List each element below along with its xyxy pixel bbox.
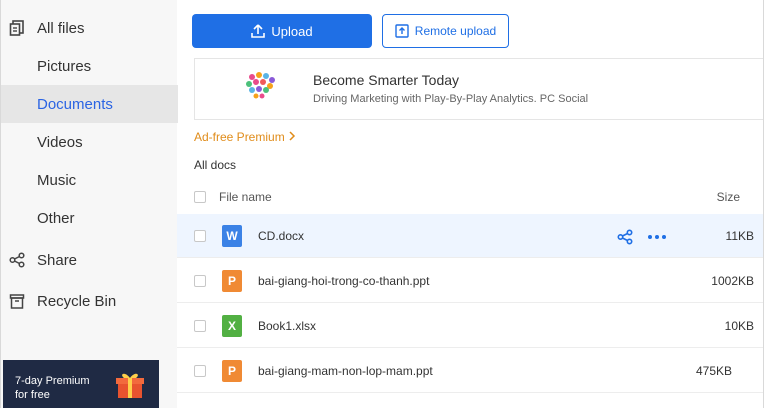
premium-promo-banner[interactable]: 7-day Premium for free	[3, 360, 159, 408]
sidebar-item-all-files[interactable]: All files	[1, 9, 178, 47]
sidebar-item-label: All files	[37, 19, 85, 37]
sidebar-item-documents[interactable]: Documents	[1, 85, 178, 123]
sidebar-item-pictures[interactable]: Pictures	[1, 47, 178, 85]
file-name[interactable]: bai-giang-mam-non-lop-mam.ppt	[258, 364, 433, 378]
all-files-icon	[9, 20, 24, 36]
row-checkbox[interactable]	[194, 320, 206, 332]
remote-upload-button[interactable]: Remote upload	[382, 14, 509, 48]
file-size: 10KB	[724, 319, 754, 333]
row-checkbox[interactable]	[194, 275, 206, 287]
row-checkbox[interactable]	[194, 365, 206, 377]
column-header-size[interactable]: Size	[717, 190, 740, 204]
sidebar-item-share[interactable]: Share	[1, 241, 178, 279]
sidebar-item-music[interactable]: Music	[1, 161, 178, 199]
table-row[interactable]: X Book1.xlsx 10KB	[177, 304, 764, 348]
premium-link-label: Ad-free Premium	[194, 130, 285, 144]
remote-upload-icon	[395, 24, 409, 38]
sidebar-item-videos[interactable]: Videos	[1, 123, 178, 161]
sidebar-item-label: Videos	[37, 133, 83, 151]
upload-button-label: Upload	[271, 23, 313, 39]
table-header: File name Size	[177, 181, 764, 214]
table-row[interactable]: P bai-giang-mam-non-lop-mam.ppt 475KB	[177, 349, 764, 393]
ad-free-premium-link[interactable]: Ad-free Premium	[194, 130, 296, 144]
row-checkbox[interactable]	[194, 230, 206, 242]
main-content: Upload Remote upload Become Smarter Toda…	[177, 0, 764, 408]
share-icon	[9, 252, 25, 268]
file-size: 475KB	[695, 364, 732, 378]
sidebar-item-label: Share	[37, 251, 78, 269]
select-all-checkbox[interactable]	[194, 191, 206, 203]
remote-upload-button-label: Remote upload	[414, 24, 497, 38]
more-options-icon[interactable]	[647, 229, 667, 245]
section-title: All docs	[194, 158, 237, 172]
upload-icon	[251, 24, 266, 38]
sidebar-item-recycle-bin[interactable]: Recycle Bin	[1, 282, 178, 320]
table-row[interactable]: P bai-giang-hoi-trong-co-thanh.ppt 1002K…	[177, 259, 764, 303]
sidebar-item-label: Recycle Bin	[37, 292, 117, 310]
file-size: 1002KB	[711, 274, 754, 288]
sidebar-item-label: Other	[37, 209, 75, 227]
file-name[interactable]: CD.docx	[258, 229, 304, 243]
table-row[interactable]: W CD.docx 11KB	[177, 214, 764, 258]
recycle-bin-icon	[9, 294, 25, 309]
file-size: 11KB	[725, 229, 754, 243]
powerpoint-file-icon: P	[222, 360, 242, 382]
word-file-icon: W	[222, 225, 242, 247]
ad-title: Become Smarter Today	[313, 72, 460, 88]
sidebar-item-label: Music	[37, 171, 77, 189]
share-icon[interactable]	[617, 229, 633, 245]
file-name[interactable]: Book1.xlsx	[258, 319, 316, 333]
ad-subtitle: Driving Marketing with Play-By-Play Anal…	[313, 93, 589, 105]
gift-icon	[116, 373, 144, 398]
sidebar: All files Pictures Documents Videos Musi…	[0, 0, 178, 408]
upload-button[interactable]: Upload	[192, 14, 372, 48]
brain-logo-icon	[246, 72, 275, 99]
ad-banner[interactable]: Become Smarter Today Driving Marketing w…	[194, 58, 764, 120]
sidebar-item-label: Pictures	[37, 57, 92, 75]
sidebar-item-label: Documents	[37, 95, 113, 113]
powerpoint-file-icon: P	[222, 270, 242, 292]
excel-file-icon: X	[222, 315, 242, 337]
file-name[interactable]: bai-giang-hoi-trong-co-thanh.ppt	[258, 274, 429, 288]
chevron-right-icon	[289, 131, 296, 141]
sidebar-item-other[interactable]: Other	[1, 199, 178, 237]
column-header-name[interactable]: File name	[219, 190, 272, 204]
